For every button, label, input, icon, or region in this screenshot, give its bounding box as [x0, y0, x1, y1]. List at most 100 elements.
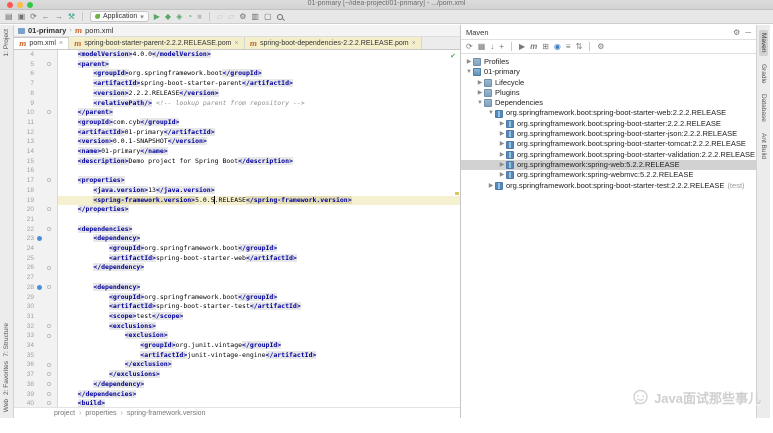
- settings-wrench-icon[interactable]: ⚙: [239, 12, 246, 21]
- maven-tree-row[interactable]: ▶ org.springframework.boot:spring-boot-st…: [461, 181, 756, 191]
- editor-tab[interactable]: m pom.xml ×: [14, 37, 69, 49]
- show-dependencies-icon[interactable]: ⊞: [542, 42, 549, 51]
- editor-tab[interactable]: m spring-boot-starter-parent-2.2.2.RELEAS…: [68, 37, 245, 49]
- chevron-right-icon[interactable]: ▶: [498, 160, 506, 170]
- update-app-icon[interactable]: ▱: [217, 12, 223, 21]
- xml-breadcrumb-item[interactable]: project: [54, 410, 75, 417]
- reimport-icon[interactable]: ⟳: [466, 42, 473, 51]
- hide-panel-icon[interactable]: ─: [745, 28, 751, 37]
- collapse-all-icon[interactable]: ⇅: [576, 42, 583, 51]
- fold-marker-icon[interactable]: [47, 207, 51, 212]
- coverage-icon[interactable]: ◈: [176, 12, 182, 21]
- maven-tree-row[interactable]: ▼ org.springframework.boot:spring-boot-st…: [461, 108, 756, 118]
- fold-cell[interactable]: [44, 263, 54, 273]
- chevron-right-icon[interactable]: ▶: [498, 129, 506, 139]
- tool-stripe-button[interactable]: 7: Structure: [3, 323, 10, 357]
- save-all-icon[interactable]: ▣: [18, 12, 26, 21]
- run-configuration-select[interactable]: Application ▾: [90, 11, 149, 22]
- generate-sources-icon[interactable]: ▦: [478, 42, 486, 51]
- maven-tree-row[interactable]: ▼ Dependencies: [461, 98, 756, 108]
- fold-cell[interactable]: [44, 399, 54, 407]
- fold-cell[interactable]: [44, 225, 54, 235]
- fold-cell[interactable]: [44, 331, 54, 341]
- tool-stripe-button[interactable]: Ant Build: [759, 130, 768, 162]
- profiler-icon[interactable]: ◔: [187, 12, 192, 21]
- fold-cell[interactable]: [44, 322, 54, 332]
- debug-icon[interactable]: ◆: [165, 12, 171, 21]
- download-sources-icon[interactable]: ↓: [490, 42, 494, 51]
- dependency-gutter-icon[interactable]: [36, 236, 42, 242]
- maven-tree-row[interactable]: ▶ Lifecycle: [461, 78, 756, 88]
- close-tab-icon[interactable]: ×: [412, 40, 416, 47]
- tool-stripe-button[interactable]: Maven: [759, 30, 768, 56]
- code-editor[interactable]: 4 5 6 7 8 9 10 11 12 13 14 15 16 17 18 19 20 21 22 23 24 25 26…: [14, 50, 460, 407]
- chevron-right-icon[interactable]: ▶: [476, 78, 484, 88]
- fold-cell[interactable]: [44, 205, 54, 215]
- chevron-right-icon[interactable]: ▶: [465, 57, 473, 67]
- update-resources-icon[interactable]: ▱: [228, 12, 234, 21]
- fold-cell[interactable]: [44, 370, 54, 380]
- fold-cell[interactable]: [44, 176, 54, 186]
- fold-marker-icon[interactable]: [47, 178, 51, 183]
- gear-icon[interactable]: ⚙: [733, 28, 740, 37]
- breadcrumb-item[interactable]: 01-primary: [28, 26, 66, 35]
- fold-cell[interactable]: [44, 108, 54, 118]
- fold-marker-icon[interactable]: [47, 61, 51, 66]
- chevron-right-icon[interactable]: ▶: [476, 88, 484, 98]
- back-icon[interactable]: ←: [42, 12, 50, 21]
- maven-tree-row[interactable]: ▶ Plugins: [461, 88, 756, 98]
- tool-stripe-button[interactable]: Gradle: [759, 61, 768, 87]
- dependency-gutter-icon[interactable]: [36, 284, 42, 290]
- fold-marker-icon[interactable]: [47, 372, 51, 377]
- chevron-down-icon[interactable]: ▼: [476, 98, 484, 108]
- maven-tree-row[interactable]: ▶ org.springframework.boot:spring-boot-st…: [461, 150, 756, 160]
- chevron-down-icon[interactable]: ▼: [465, 67, 473, 77]
- maven-tree-row[interactable]: ▶ org.springframework.boot:spring-boot-st…: [461, 139, 756, 149]
- execute-maven-goal-icon[interactable]: m: [530, 42, 537, 51]
- fold-marker-icon[interactable]: [47, 265, 51, 270]
- chevron-right-icon[interactable]: ▶: [498, 119, 506, 129]
- fold-marker-icon[interactable]: [47, 401, 51, 406]
- fold-cell[interactable]: [44, 283, 54, 293]
- maven-tree-row[interactable]: ▶ org.springframework.boot:spring-boot-st…: [461, 129, 756, 139]
- fold-marker-icon[interactable]: [47, 382, 51, 387]
- editor-code-area[interactable]: <modelVersion>4.0.0</modelVersion> <pare…: [58, 50, 460, 407]
- fold-marker-icon[interactable]: [47, 362, 51, 367]
- chevron-right-icon[interactable]: ▶: [487, 181, 495, 191]
- restore-layout-icon[interactable]: ▢: [264, 12, 272, 21]
- forward-icon[interactable]: →: [55, 12, 63, 21]
- tool-stripe-button[interactable]: Database: [759, 91, 768, 125]
- tool-stripe-button[interactable]: Web: [3, 399, 10, 412]
- tool-stripe-button[interactable]: 1: Project: [3, 29, 10, 56]
- search-everywhere-icon[interactable]: [276, 13, 283, 20]
- maven-tree-row[interactable]: ▶ org.springframework.boot:spring-boot-st…: [461, 119, 756, 129]
- stop-icon[interactable]: ■: [197, 12, 202, 21]
- chevron-right-icon[interactable]: ▶: [498, 150, 506, 160]
- fold-cell[interactable]: [44, 380, 54, 390]
- run-goal-icon[interactable]: ▶: [519, 42, 525, 51]
- editor-tab[interactable]: m spring-boot-dependencies-2.2.2.RELEASE.…: [244, 37, 422, 49]
- close-tab-icon[interactable]: ×: [234, 40, 238, 47]
- tool-stripe-button[interactable]: 2: Favorites: [3, 361, 10, 395]
- open-folder-icon[interactable]: ▤: [5, 12, 13, 21]
- add-maven-project-icon[interactable]: +: [499, 42, 504, 51]
- chevron-right-icon[interactable]: ▶: [498, 170, 506, 180]
- fold-cell[interactable]: [44, 360, 54, 370]
- maven-settings-icon[interactable]: ⚙: [597, 42, 604, 51]
- sync-icon[interactable]: ⟳: [30, 12, 37, 21]
- maven-tree-row[interactable]: ▶ org.springframework:spring-web:5.2.2.RE…: [461, 159, 756, 171]
- fold-marker-icon[interactable]: [47, 285, 51, 290]
- xml-breadcrumb-item[interactable]: properties: [85, 410, 116, 417]
- fold-marker-icon[interactable]: [47, 110, 51, 115]
- fold-cell[interactable]: [44, 60, 54, 70]
- fold-marker-icon[interactable]: [47, 323, 51, 328]
- build-hammer-icon[interactable]: ⚒: [68, 12, 75, 21]
- close-tab-icon[interactable]: ×: [59, 40, 63, 47]
- maven-tree-row[interactable]: ▶ Profiles: [461, 57, 756, 67]
- fold-marker-icon[interactable]: [47, 226, 51, 231]
- inspections-ok-icon[interactable]: ✔: [450, 52, 456, 60]
- skip-tests-icon[interactable]: ≡: [566, 42, 571, 51]
- fold-cell[interactable]: [44, 390, 54, 400]
- maven-tree-row[interactable]: ▼ 01-primary: [461, 67, 756, 77]
- editor-gutter[interactable]: 4 5 6 7 8 9 10 11 12 13 14 15 16 17 18 19 20 21 22 23 24 25 26…: [14, 50, 58, 407]
